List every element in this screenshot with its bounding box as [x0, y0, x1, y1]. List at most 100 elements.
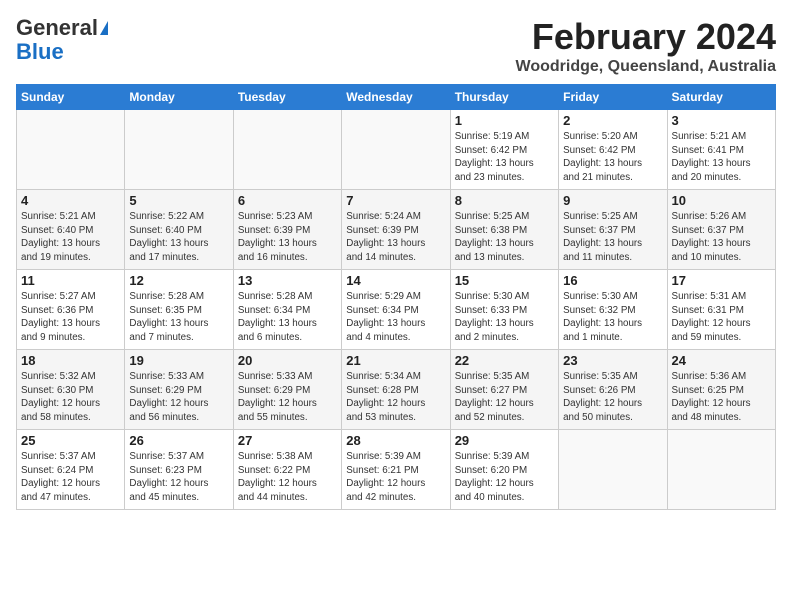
calendar-cell: 6 Sunrise: 5:23 AMSunset: 6:39 PMDaylight… [233, 190, 341, 270]
calendar-cell [667, 430, 775, 510]
title-block: February 2024 Woodridge, Queensland, Aus… [516, 16, 776, 76]
calendar-cell: 26 Sunrise: 5:37 AMSunset: 6:23 PMDayligh… [125, 430, 233, 510]
day-number: 9 [563, 193, 662, 208]
day-info: Sunrise: 5:34 AMSunset: 6:28 PMDaylight:… [346, 370, 445, 425]
day-number: 28 [346, 433, 445, 448]
logo-general-text: General [16, 16, 98, 40]
day-number: 23 [563, 353, 662, 368]
day-number: 21 [346, 353, 445, 368]
weekday-header-wednesday: Wednesday [342, 85, 450, 110]
calendar-cell: 10Sunrise: 5:26 AMSunset: 6:37 PMDayligh… [667, 190, 775, 270]
day-number: 27 [238, 433, 337, 448]
calendar-cell: 7Sunrise: 5:24 AMSunset: 6:39 PMDaylight… [342, 190, 450, 270]
calendar-cell: 20Sunrise: 5:33 AMSunset: 6:29 PMDayligh… [233, 350, 341, 430]
calendar-cell: 23 Sunrise: 5:35 AMSunset: 6:26 PMDayligh… [559, 350, 667, 430]
day-info: Sunrise: 5:25 AMSunset: 6:38 PMDaylight:… [455, 210, 554, 265]
calendar-cell: 8 Sunrise: 5:25 AMSunset: 6:38 PMDaylight… [450, 190, 558, 270]
day-number: 1 [455, 113, 554, 128]
calendar-cell: 9 Sunrise: 5:25 AMSunset: 6:37 PMDaylight… [559, 190, 667, 270]
day-info: Sunrise: 5:30 AMSunset: 6:32 PMDaylight:… [563, 290, 662, 345]
day-info: Sunrise: 5:28 AMSunset: 6:35 PMDaylight:… [129, 290, 228, 345]
weekday-header-saturday: Saturday [667, 85, 775, 110]
day-info: Sunrise: 5:35 AMSunset: 6:27 PMDaylight:… [455, 370, 554, 425]
day-info: Sunrise: 5:28 AMSunset: 6:34 PMDaylight:… [238, 290, 337, 345]
calendar-cell: 29 Sunrise: 5:39 AMSunset: 6:20 PMDayligh… [450, 430, 558, 510]
day-info: Sunrise: 5:31 AMSunset: 6:31 PMDaylight:… [672, 290, 771, 345]
calendar-cell: 27 Sunrise: 5:38 AMSunset: 6:22 PMDayligh… [233, 430, 341, 510]
day-info: Sunrise: 5:25 AMSunset: 6:37 PMDaylight:… [563, 210, 662, 265]
day-number: 19 [129, 353, 228, 368]
day-number: 5 [129, 193, 228, 208]
day-info: Sunrise: 5:37 AMSunset: 6:24 PMDaylight:… [21, 450, 120, 505]
calendar-cell: 2 Sunrise: 5:20 AMSunset: 6:42 PMDaylight… [559, 110, 667, 190]
calendar-cell: 25 Sunrise: 5:37 AMSunset: 6:24 PMDayligh… [17, 430, 125, 510]
day-number: 6 [238, 193, 337, 208]
calendar-cell [559, 430, 667, 510]
day-number: 2 [563, 113, 662, 128]
weekday-header-monday: Monday [125, 85, 233, 110]
day-number: 3 [672, 113, 771, 128]
calendar-cell [17, 110, 125, 190]
calendar-cell: 12Sunrise: 5:28 AMSunset: 6:35 PMDayligh… [125, 270, 233, 350]
calendar-cell: 24 Sunrise: 5:36 AMSunset: 6:25 PMDayligh… [667, 350, 775, 430]
calendar-cell: 14Sunrise: 5:29 AMSunset: 6:34 PMDayligh… [342, 270, 450, 350]
day-number: 4 [21, 193, 120, 208]
calendar-cell: 3 Sunrise: 5:21 AMSunset: 6:41 PMDaylight… [667, 110, 775, 190]
calendar-cell: 1 Sunrise: 5:19 AMSunset: 6:42 PMDaylight… [450, 110, 558, 190]
day-number: 10 [672, 193, 771, 208]
day-info: Sunrise: 5:21 AMSunset: 6:41 PMDaylight:… [672, 130, 771, 185]
day-number: 13 [238, 273, 337, 288]
location-title: Woodridge, Queensland, Australia [516, 58, 776, 76]
calendar-cell [233, 110, 341, 190]
calendar-cell: 13 Sunrise: 5:28 AMSunset: 6:34 PMDayligh… [233, 270, 341, 350]
day-info: Sunrise: 5:33 AMSunset: 6:29 PMDaylight:… [129, 370, 228, 425]
day-info: Sunrise: 5:37 AMSunset: 6:23 PMDaylight:… [129, 450, 228, 505]
day-number: 25 [21, 433, 120, 448]
day-number: 8 [455, 193, 554, 208]
page-header: General Blue February 2024 Woodridge, Qu… [16, 16, 776, 76]
weekday-header-row: SundayMondayTuesdayWednesdayThursdayFrid… [17, 85, 776, 110]
weekday-header-sunday: Sunday [17, 85, 125, 110]
day-info: Sunrise: 5:19 AMSunset: 6:42 PMDaylight:… [455, 130, 554, 185]
week-row-4: 18Sunrise: 5:32 AMSunset: 6:30 PMDayligh… [17, 350, 776, 430]
calendar-cell: 5Sunrise: 5:22 AMSunset: 6:40 PMDaylight… [125, 190, 233, 270]
calendar-cell: 15 Sunrise: 5:30 AMSunset: 6:33 PMDayligh… [450, 270, 558, 350]
day-info: Sunrise: 5:23 AMSunset: 6:39 PMDaylight:… [238, 210, 337, 265]
day-number: 22 [455, 353, 554, 368]
day-number: 24 [672, 353, 771, 368]
logo-triangle-icon [100, 21, 108, 35]
day-info: Sunrise: 5:39 AMSunset: 6:21 PMDaylight:… [346, 450, 445, 505]
day-number: 18 [21, 353, 120, 368]
weekday-header-tuesday: Tuesday [233, 85, 341, 110]
day-info: Sunrise: 5:24 AMSunset: 6:39 PMDaylight:… [346, 210, 445, 265]
logo-blue-text: Blue [16, 40, 64, 64]
day-info: Sunrise: 5:21 AMSunset: 6:40 PMDaylight:… [21, 210, 120, 265]
calendar-cell: 16 Sunrise: 5:30 AMSunset: 6:32 PMDayligh… [559, 270, 667, 350]
day-info: Sunrise: 5:20 AMSunset: 6:42 PMDaylight:… [563, 130, 662, 185]
day-number: 29 [455, 433, 554, 448]
day-info: Sunrise: 5:33 AMSunset: 6:29 PMDaylight:… [238, 370, 337, 425]
calendar-cell [125, 110, 233, 190]
calendar-cell: 17 Sunrise: 5:31 AMSunset: 6:31 PMDayligh… [667, 270, 775, 350]
logo: General Blue [16, 16, 108, 64]
day-number: 16 [563, 273, 662, 288]
calendar-cell: 19 Sunrise: 5:33 AMSunset: 6:29 PMDayligh… [125, 350, 233, 430]
week-row-5: 25 Sunrise: 5:37 AMSunset: 6:24 PMDayligh… [17, 430, 776, 510]
day-info: Sunrise: 5:27 AMSunset: 6:36 PMDaylight:… [21, 290, 120, 345]
day-number: 11 [21, 273, 120, 288]
day-number: 15 [455, 273, 554, 288]
day-info: Sunrise: 5:35 AMSunset: 6:26 PMDaylight:… [563, 370, 662, 425]
month-title: February 2024 [516, 16, 776, 58]
day-info: Sunrise: 5:39 AMSunset: 6:20 PMDaylight:… [455, 450, 554, 505]
calendar-cell [342, 110, 450, 190]
day-info: Sunrise: 5:38 AMSunset: 6:22 PMDaylight:… [238, 450, 337, 505]
calendar-table: SundayMondayTuesdayWednesdayThursdayFrid… [16, 84, 776, 510]
day-number: 17 [672, 273, 771, 288]
weekday-header-friday: Friday [559, 85, 667, 110]
calendar-cell: 11 Sunrise: 5:27 AMSunset: 6:36 PMDayligh… [17, 270, 125, 350]
day-info: Sunrise: 5:36 AMSunset: 6:25 PMDaylight:… [672, 370, 771, 425]
day-number: 26 [129, 433, 228, 448]
week-row-2: 4 Sunrise: 5:21 AMSunset: 6:40 PMDaylight… [17, 190, 776, 270]
day-info: Sunrise: 5:30 AMSunset: 6:33 PMDaylight:… [455, 290, 554, 345]
calendar-cell: 22 Sunrise: 5:35 AMSunset: 6:27 PMDayligh… [450, 350, 558, 430]
